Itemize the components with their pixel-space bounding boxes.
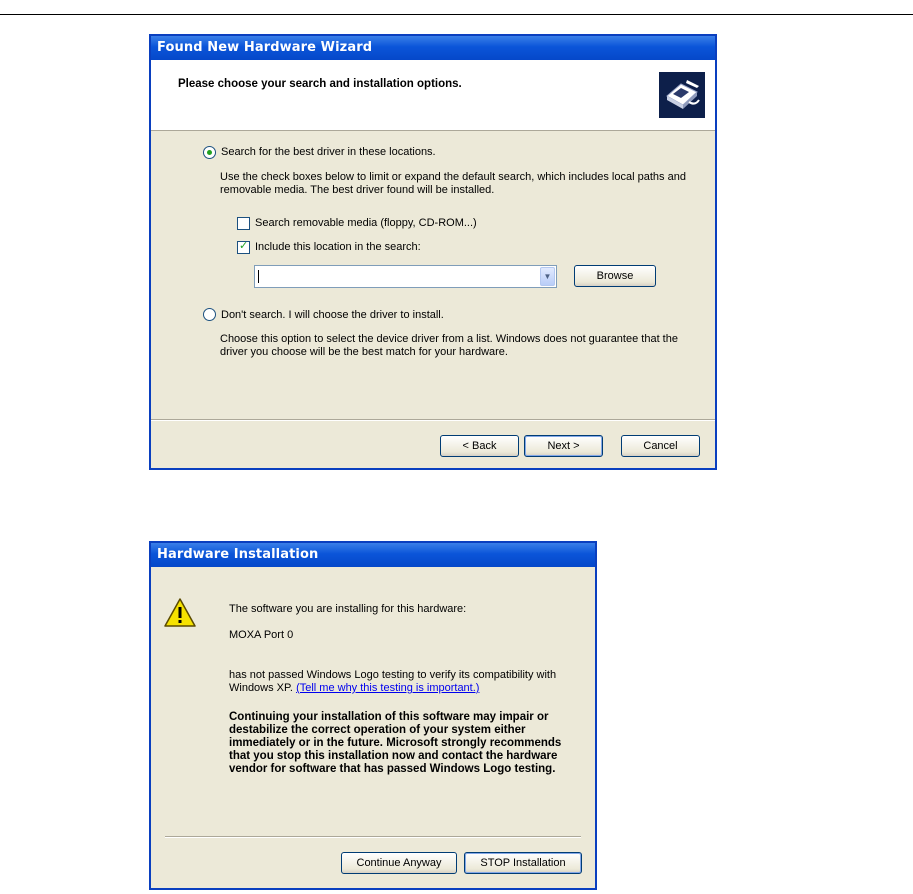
install-footer-divider [165,836,581,838]
continue-anyway-button[interactable]: Continue Anyway [341,852,457,874]
search-description: Use the check boxes below to limit or ex… [220,171,686,196]
warning-icon [164,597,196,632]
location-combobox[interactable]: ▼ [254,265,557,288]
removable-media-checkbox[interactable] [237,217,250,230]
include-location-label[interactable]: Include this location in the search: [255,241,421,253]
page-rule [0,14,913,15]
stop-installation-button[interactable]: STOP Installation [464,852,582,874]
search-best-driver-label[interactable]: Search for the best driver in these loca… [221,146,436,158]
install-intro-text: The software you are installing for this… [229,603,467,615]
removable-media-label[interactable]: Search removable media (floppy, CD-ROM..… [255,217,477,229]
back-button[interactable]: < Back [440,435,519,457]
device-name: MOXA Port 0 [229,629,294,641]
wizard-heading: Please choose your search and installati… [178,78,462,90]
logo-testing-text: has not passed Windows Logo testing to v… [229,669,579,695]
found-new-hardware-wizard-window: Found New Hardware Wizard Please choose … [149,34,717,470]
dont-search-label[interactable]: Don't search. I will choose the driver t… [221,309,444,321]
text-cursor [258,270,259,283]
browse-button[interactable]: Browse [574,265,656,287]
wizard-title-bar[interactable]: Found New Hardware Wizard [151,36,715,60]
cancel-button[interactable]: Cancel [621,435,700,457]
next-button[interactable]: Next > [524,435,603,457]
hardware-installation-dialog: Hardware Installation The software you a… [149,541,597,890]
dropdown-arrow-icon[interactable]: ▼ [540,267,555,286]
wizard-header: Please choose your search and installati… [151,60,715,131]
logo-warning-text: Continuing your installation of this sof… [229,711,562,775]
include-location-checkbox[interactable] [237,239,250,254]
dont-search-radio[interactable] [203,308,216,321]
install-title-bar[interactable]: Hardware Installation [151,543,595,567]
dont-search-description: Choose this option to select the device … [220,333,678,358]
tell-me-why-link[interactable]: (Tell me why this testing is important.) [296,682,479,694]
search-best-driver-radio[interactable] [203,146,216,159]
wizard-footer-divider [151,419,715,421]
hardware-wizard-icon [659,72,705,118]
